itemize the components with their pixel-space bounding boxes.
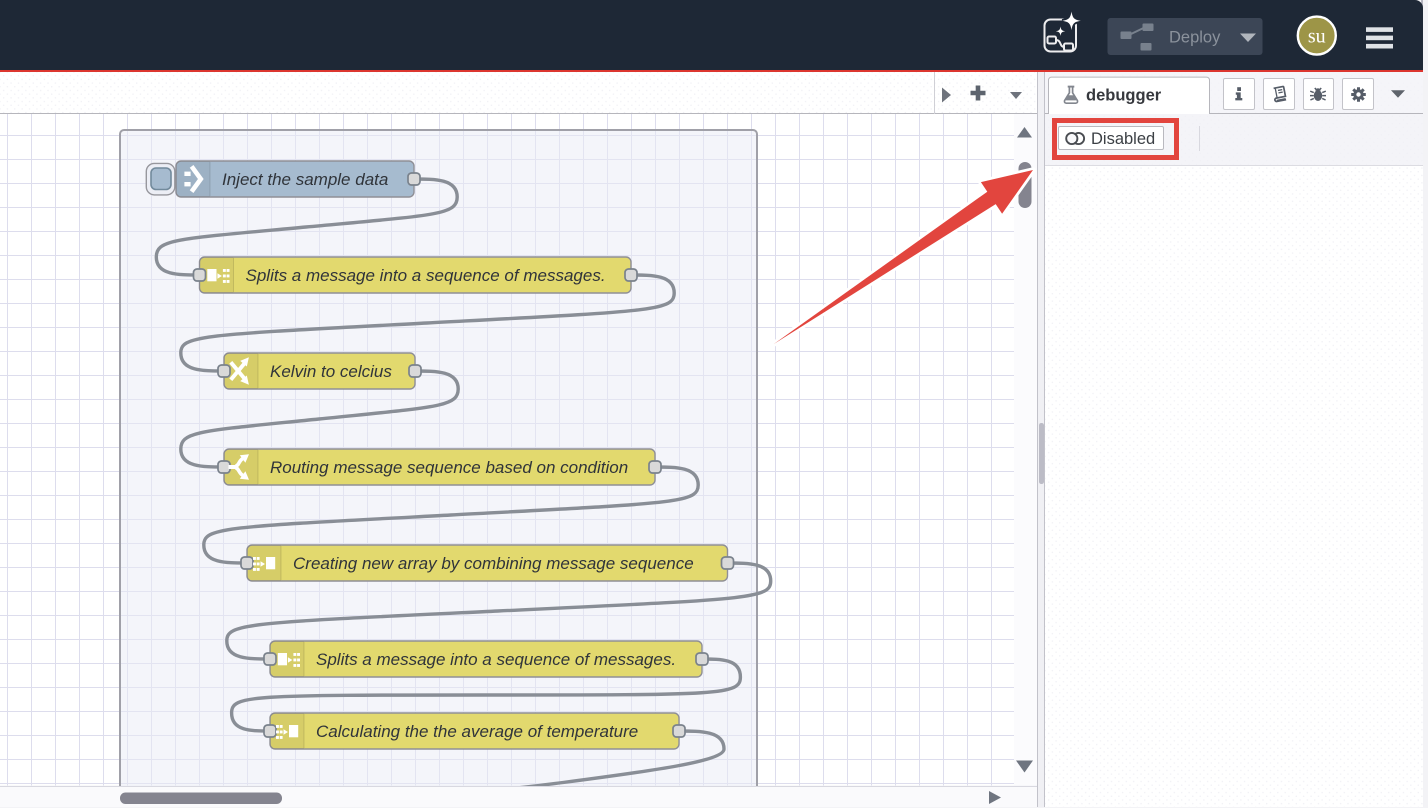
svg-text:Calculating the the average of: Calculating the the average of temperatu… — [316, 722, 638, 741]
svg-text:Splits a message into a sequen: Splits a message into a sequence of mess… — [246, 266, 606, 285]
svg-text:Splits a message into a sequen: Splits a message into a sequence of mess… — [316, 650, 676, 669]
svg-text:Deploy: Deploy — [1169, 29, 1221, 47]
svg-text:Creating new array by combinin: Creating new array by combining message … — [293, 554, 694, 573]
svg-text:Disabled: Disabled — [1091, 130, 1155, 148]
svg-text:su: su — [1308, 26, 1326, 48]
svg-text:Inject the sample data: Inject the sample data — [222, 170, 388, 189]
svg-text:Routing message sequence based: Routing message sequence based on condit… — [270, 458, 628, 477]
svg-text:Kelvin to celcius: Kelvin to celcius — [270, 362, 392, 381]
svg-text:debugger: debugger — [1086, 86, 1162, 104]
